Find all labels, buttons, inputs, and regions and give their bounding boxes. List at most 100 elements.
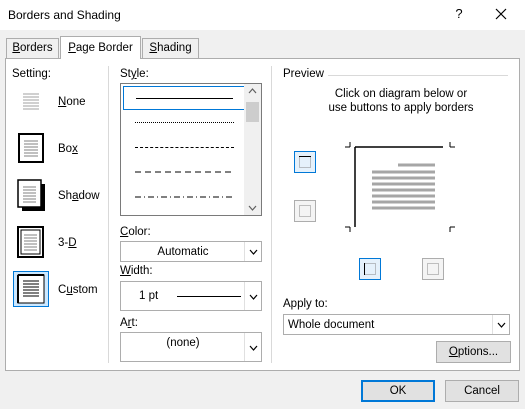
setting-none-rest: one xyxy=(66,96,86,108)
ok-button[interactable]: OK xyxy=(361,380,435,402)
width-dropdown[interactable]: 1 pt xyxy=(120,281,262,311)
border-left-icon xyxy=(364,263,376,275)
setting-box-pre: Bo xyxy=(58,143,73,155)
setting-shadow-rest: dow xyxy=(78,190,100,202)
setting-box-icon[interactable] xyxy=(13,130,49,166)
tab-page-border-label: age Border xyxy=(75,42,133,54)
apply-to-dropdown-button[interactable] xyxy=(492,315,509,334)
setting-custom-rest: stom xyxy=(72,284,98,296)
setting-shadow-icon[interactable] xyxy=(13,177,49,213)
page-shadow-icon xyxy=(17,179,45,211)
left-border-button[interactable] xyxy=(359,258,381,280)
apply-to-value: Whole document xyxy=(288,319,375,331)
page-none-icon xyxy=(23,93,39,110)
preview-instruction-2: use buttons to apply borders xyxy=(328,102,474,114)
scroll-down-icon[interactable] xyxy=(248,205,257,211)
setting-custom-label[interactable]: Custom xyxy=(58,284,98,296)
line-dash-dot xyxy=(135,196,235,198)
setting-3d-pre: 3- xyxy=(58,237,69,249)
width-heading: Width: xyxy=(120,265,153,277)
tab-page-border[interactable]: Page Border xyxy=(60,36,141,59)
style-option-dash-dot[interactable] xyxy=(123,186,246,210)
line-dashed-large xyxy=(135,171,235,173)
line-solid xyxy=(136,98,233,99)
width-line-preview xyxy=(177,296,241,297)
art-heading-pre: A xyxy=(120,317,128,329)
style-listbox[interactable] xyxy=(120,83,262,216)
border-top-icon xyxy=(299,156,311,168)
page-custom-icon xyxy=(17,274,45,304)
scroll-up-icon[interactable] xyxy=(248,88,257,94)
width-dropdown-button[interactable] xyxy=(244,282,261,310)
setting-heading: Setting: xyxy=(12,68,51,80)
border-bottom-icon xyxy=(299,205,311,217)
setting-box-mnemonic: x xyxy=(72,143,78,155)
chevron-down-icon xyxy=(249,294,258,300)
preview-heading-rule xyxy=(328,75,508,76)
options-label: ptions... xyxy=(457,346,499,358)
close-button[interactable] xyxy=(490,4,512,24)
page-box-icon xyxy=(18,133,44,163)
tab-shading-label: hading xyxy=(157,42,192,54)
setting-none-label[interactable]: None xyxy=(58,96,86,108)
right-border-button[interactable] xyxy=(422,258,444,280)
page-3d-icon xyxy=(17,226,44,258)
setting-custom-icon[interactable] xyxy=(13,271,49,307)
tab-borders[interactable]: Borders xyxy=(6,38,59,58)
width-heading-rest: idth: xyxy=(130,265,153,277)
setting-3d-mnemonic: D xyxy=(68,237,77,249)
style-option-dotted[interactable] xyxy=(123,111,246,135)
style-option-dashed-small[interactable] xyxy=(123,136,246,160)
setting-none-icon[interactable] xyxy=(13,83,49,119)
art-heading: Art: xyxy=(120,317,138,329)
color-dropdown-button[interactable] xyxy=(244,242,261,261)
art-dropdown[interactable]: (none) xyxy=(120,332,262,362)
divider xyxy=(271,66,272,363)
scroll-thumb[interactable] xyxy=(246,102,259,122)
color-heading-rest: olor: xyxy=(128,226,151,238)
style-heading-pre: St xyxy=(120,68,131,80)
art-dropdown-button[interactable] xyxy=(244,333,261,361)
chevron-down-icon xyxy=(497,322,506,328)
width-value: 1 pt xyxy=(139,290,159,302)
setting-shadow-pre: Sh xyxy=(58,190,73,202)
color-value: Automatic xyxy=(157,246,209,258)
style-option-solid[interactable] xyxy=(123,86,246,110)
apply-to-heading: Apply to: xyxy=(283,298,328,310)
setting-3d-icon[interactable] xyxy=(13,224,49,260)
setting-3d-label[interactable]: 3-D xyxy=(58,237,77,249)
tab-shading-mnemonic: S xyxy=(149,42,158,54)
tab-borders-mnemonic: B xyxy=(12,42,21,54)
top-border-button[interactable] xyxy=(294,151,316,173)
apply-to-dropdown[interactable]: Whole document xyxy=(283,314,510,335)
art-heading-rest: t: xyxy=(131,317,138,329)
style-heading-rest: le: xyxy=(136,68,149,80)
divider xyxy=(108,66,109,363)
preview-diagram[interactable] xyxy=(335,125,465,240)
cancel-button[interactable]: Cancel xyxy=(445,380,519,402)
window-title: Borders and Shading xyxy=(8,8,121,22)
line-dotted xyxy=(135,122,234,123)
chevron-down-icon xyxy=(249,345,258,351)
art-value: (none) xyxy=(166,337,200,349)
setting-shadow-label[interactable]: Shadow xyxy=(58,190,100,202)
help-button[interactable]: ? xyxy=(450,6,468,21)
preview-instruction-1: Click on diagram below or xyxy=(334,88,468,100)
preview-heading: Preview xyxy=(283,68,324,80)
options-mnemonic: O xyxy=(448,346,458,358)
tab-shading[interactable]: Shading xyxy=(142,38,199,58)
style-heading: Style: xyxy=(120,68,149,80)
bottom-border-button[interactable] xyxy=(294,200,316,222)
close-icon xyxy=(495,8,507,20)
line-dashed-small xyxy=(135,147,234,148)
tab-borders-label: orders xyxy=(20,42,53,54)
chevron-down-icon xyxy=(249,249,258,255)
width-heading-mnemonic: W xyxy=(120,265,131,277)
options-button[interactable]: Options... xyxy=(436,341,511,363)
style-option-dashed-large[interactable] xyxy=(123,161,246,185)
style-scrollbar[interactable] xyxy=(244,84,261,215)
border-right-icon xyxy=(427,263,439,275)
color-heading: Color: xyxy=(120,226,151,238)
color-dropdown[interactable]: Automatic xyxy=(120,241,262,262)
setting-box-label[interactable]: Box xyxy=(58,143,78,155)
